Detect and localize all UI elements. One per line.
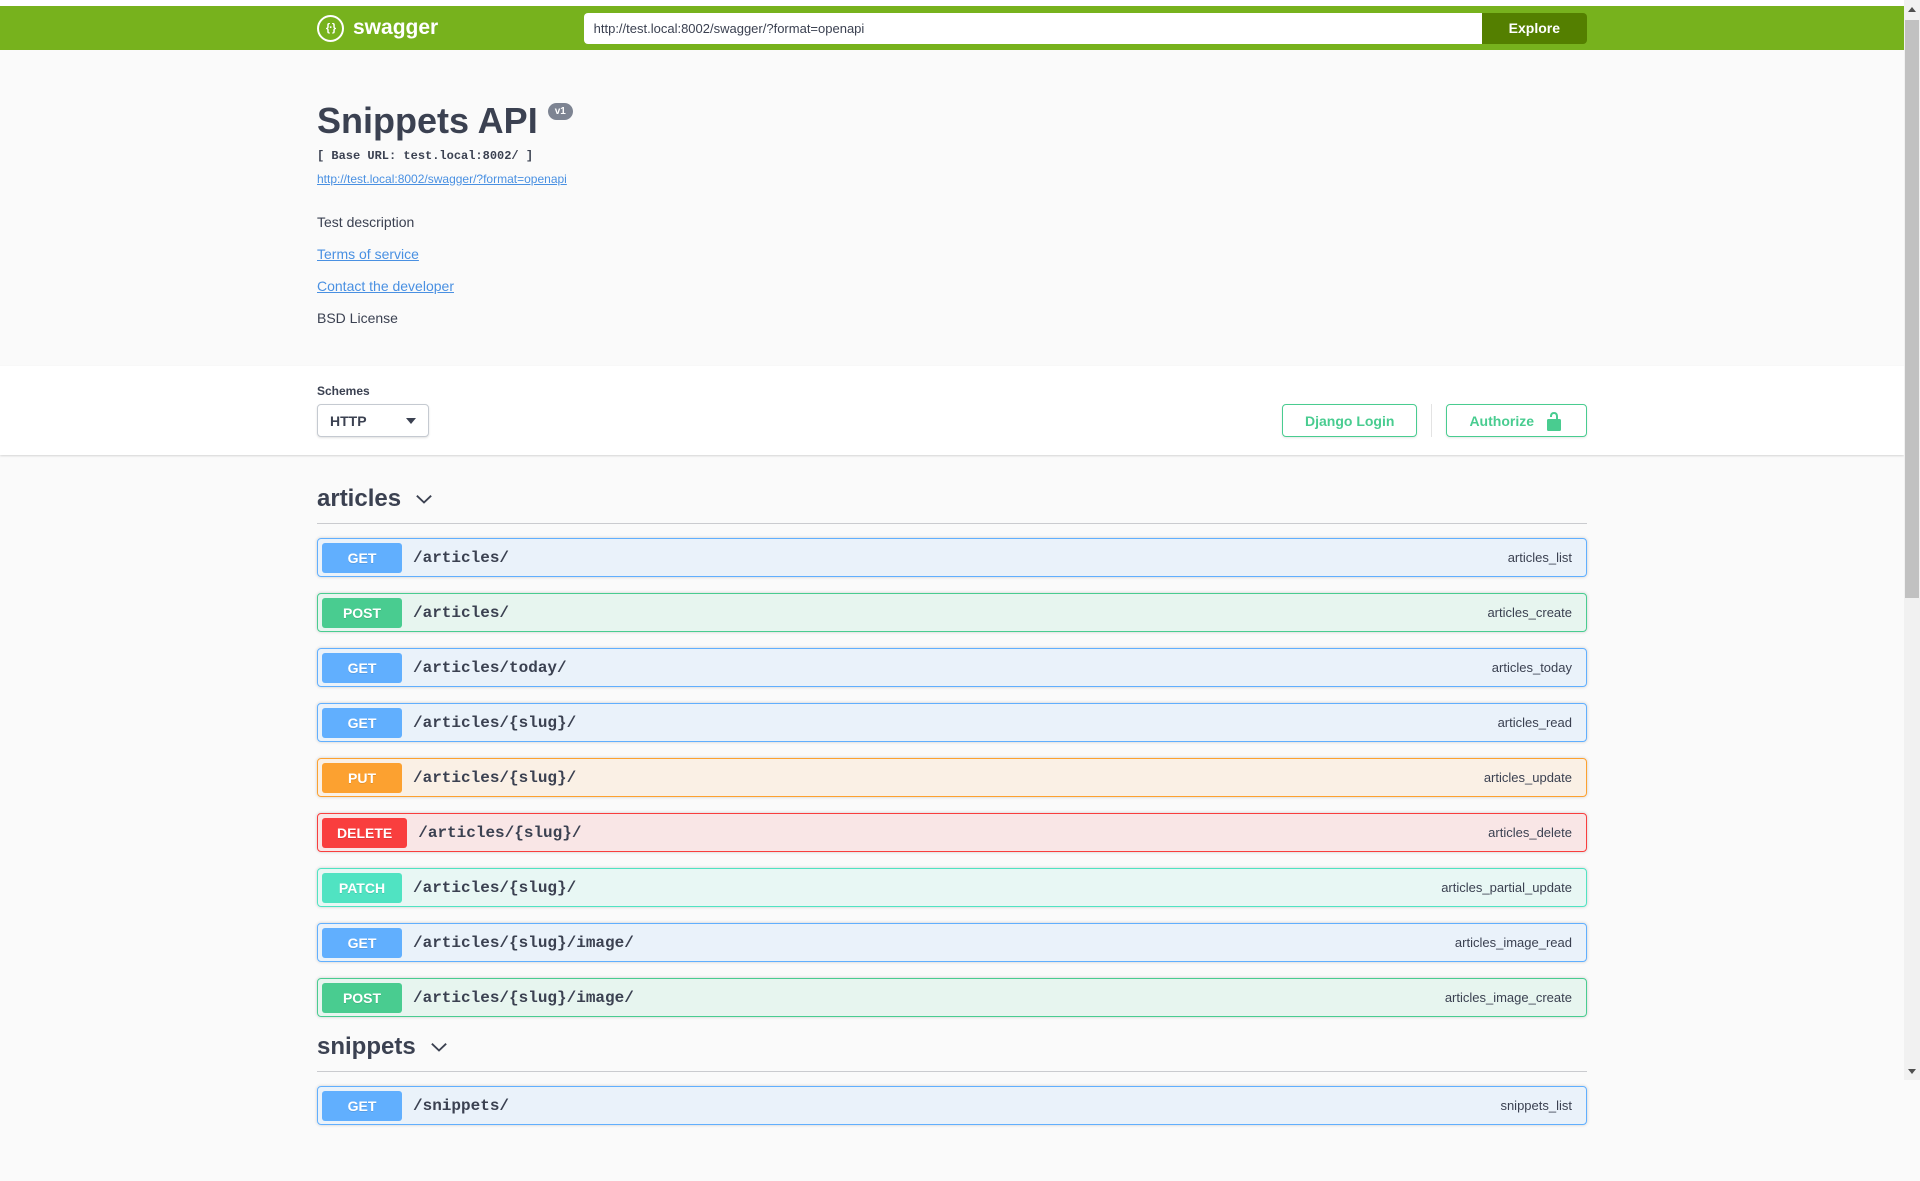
operation-row[interactable]: POST /articles/ articles_create (317, 593, 1587, 632)
swagger-page: swagger Explore Snippets API v1 [ Base U… (0, 6, 1904, 1181)
operation-id: articles_create (1487, 605, 1572, 620)
triangle-up-icon (1908, 6, 1916, 12)
spec-link[interactable]: http://test.local:8002/swagger/?format=o… (317, 172, 567, 186)
method-badge: GET (322, 652, 402, 683)
api-title-text: Snippets API (317, 100, 538, 141)
scheme-selected-value: HTTP (330, 412, 367, 429)
operation-path: /snippets/ (413, 1096, 510, 1115)
schemes-block: Schemes HTTP (317, 384, 429, 437)
operation-path: /articles/{slug}/ (418, 823, 582, 842)
operation-id: articles_update (1483, 770, 1572, 785)
method-badge: DELETE (322, 817, 408, 848)
tag-section: articles GET /articles/ articles_list PO… (317, 485, 1587, 1017)
authorize-button[interactable]: Authorize (1446, 404, 1587, 437)
django-login-label: Django Login (1305, 412, 1395, 429)
chevron-down-icon (430, 1043, 447, 1052)
operation-path: /articles/{slug}/ (413, 768, 577, 787)
operation-id: articles_partial_update (1441, 880, 1572, 895)
operation-id: articles_delete (1488, 825, 1572, 840)
operation-path: /articles/{slug}/image/ (413, 988, 634, 1007)
spec-url-input[interactable] (583, 12, 1482, 44)
operation-id: articles_image_read (1454, 935, 1572, 950)
topbar: swagger Explore (0, 6, 1904, 50)
authorize-label: Authorize (1469, 412, 1534, 429)
tag-section: snippets GET /snippets/ snippets_list (317, 1033, 1587, 1125)
scrollbar[interactable] (1904, 0, 1920, 1080)
scheme-container: Schemes HTTP Django Login Authorize (0, 366, 1904, 455)
tag-header[interactable]: snippets (317, 1033, 1587, 1072)
method-badge: GET (322, 707, 402, 738)
method-badge: GET (322, 1090, 402, 1121)
method-badge: GET (322, 542, 402, 573)
operation-path: /articles/{slug}/ (413, 713, 577, 732)
swagger-logo-icon (317, 14, 344, 42)
unlock-icon (1547, 411, 1561, 431)
operation-path: /articles/{slug}/image/ (413, 933, 634, 952)
triangle-down-icon (1908, 1068, 1916, 1074)
operation-id: articles_image_create (1444, 990, 1572, 1005)
download-url-wrapper: Explore (583, 12, 1587, 44)
scheme-select[interactable]: HTTP (317, 404, 429, 437)
api-operations: articles GET /articles/ articles_list PO… (317, 455, 1587, 1181)
method-badge: POST (322, 982, 402, 1013)
operations-list: GET /snippets/ snippets_list (317, 1086, 1587, 1125)
version-badge: v1 (547, 102, 573, 120)
api-description: Test description (317, 214, 415, 230)
swagger-logo-text: swagger (353, 16, 439, 39)
operation-row[interactable]: GET /articles/{slug}/ articles_read (317, 703, 1587, 742)
operation-id: snippets_list (1500, 1098, 1572, 1113)
scrollbar-thumb[interactable] (1905, 20, 1919, 598)
operation-path: /articles/today/ (413, 658, 567, 677)
explore-button[interactable]: Explore (1481, 12, 1587, 44)
api-title: Snippets API v1 (317, 100, 1587, 142)
operation-row[interactable]: GET /articles/ articles_list (317, 538, 1587, 577)
method-badge: PATCH (322, 872, 402, 903)
license-label: BSD License (317, 310, 398, 326)
operations-list: GET /articles/ articles_list POST /artic… (317, 538, 1587, 1017)
swagger-logo[interactable]: swagger (317, 14, 439, 42)
method-badge: GET (322, 927, 402, 958)
operation-id: articles_today (1491, 660, 1572, 675)
operation-row[interactable]: GET /articles/{slug}/image/ articles_ima… (317, 923, 1587, 962)
base-url: [ Base URL: test.local:8002/ ] (317, 149, 534, 163)
method-badge: POST (322, 597, 402, 628)
operation-id: articles_read (1497, 715, 1572, 730)
terms-of-service-link[interactable]: Terms of service (317, 246, 419, 262)
chevron-down-icon (416, 495, 432, 504)
operation-row[interactable]: PATCH /articles/{slug}/ articles_partial… (317, 868, 1587, 907)
tag-label: articles (317, 485, 402, 512)
tag-header[interactable]: articles (317, 485, 1587, 524)
operation-path: /articles/ (413, 603, 510, 622)
scroll-down-button[interactable] (1904, 1063, 1920, 1079)
operation-row[interactable]: GET /snippets/ snippets_list (317, 1086, 1587, 1125)
django-login-button[interactable]: Django Login (1282, 404, 1418, 437)
scroll-up-button[interactable] (1904, 1, 1920, 17)
operation-row[interactable]: PUT /articles/{slug}/ articles_update (317, 758, 1587, 797)
chevron-down-icon (406, 417, 416, 424)
auth-wrapper: Django Login Authorize (1282, 404, 1587, 437)
operation-row[interactable]: GET /articles/today/ articles_today (317, 648, 1587, 687)
auth-divider (1431, 404, 1433, 437)
operation-path: /articles/{slug}/ (413, 878, 577, 897)
method-badge: PUT (322, 762, 402, 793)
operation-path: /articles/ (413, 548, 510, 567)
contact-developer-link[interactable]: Contact the developer (317, 278, 454, 294)
operation-row[interactable]: POST /articles/{slug}/image/ articles_im… (317, 978, 1587, 1017)
operation-row[interactable]: DELETE /articles/{slug}/ articles_delete (317, 813, 1587, 852)
schemes-label: Schemes (317, 384, 370, 398)
tag-label: snippets (317, 1033, 416, 1060)
operation-id: articles_list (1507, 550, 1572, 565)
info-section: Snippets API v1 [ Base URL: test.local:8… (0, 50, 1904, 366)
